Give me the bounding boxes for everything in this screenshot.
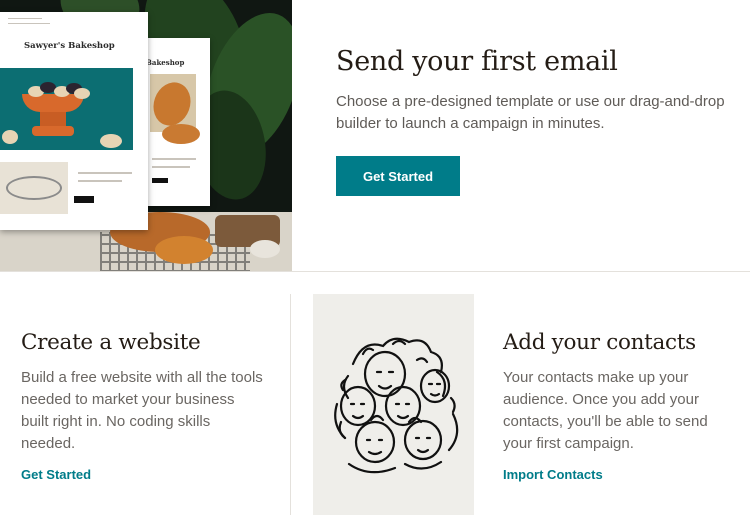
template-preview-title: Sawyer's Bakeshop — [24, 41, 115, 51]
hero-title: Send your first email — [336, 46, 618, 77]
get-started-button[interactable]: Get Started — [336, 156, 460, 196]
crowd-of-faces-illustration — [313, 294, 474, 515]
hero-description: Choose a pre-designed template or use ou… — [336, 93, 725, 132]
email-template-preview-image: Bakeshop Sawyer's Bakeshop — [0, 0, 292, 271]
contacts-card-title: Add your contacts — [503, 330, 696, 355]
website-card-description: Build a free website with all the tools … — [21, 369, 263, 452]
faces-drawing — [334, 337, 459, 474]
website-get-started-link[interactable]: Get Started — [21, 467, 91, 482]
website-card-title: Create a website — [21, 330, 201, 355]
section-divider — [0, 271, 750, 272]
import-contacts-link[interactable]: Import Contacts — [503, 467, 603, 482]
contacts-card-description: Your contacts make up your audience. Onc… — [503, 369, 708, 452]
card-divider — [290, 294, 291, 515]
template-preview-back-title: Bakeshop — [146, 58, 185, 67]
template-preview-card-back: Bakeshop — [140, 38, 210, 206]
template-preview-card: Sawyer's Bakeshop — [0, 12, 148, 230]
